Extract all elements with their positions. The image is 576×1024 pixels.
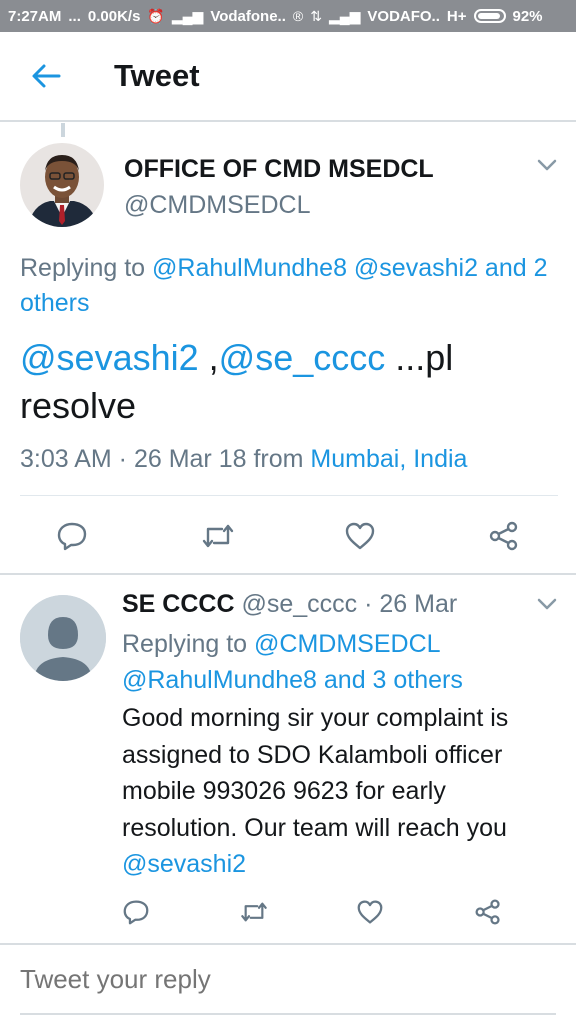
- reply-replying-link2[interactable]: @RahulMundhe8 and 3 others: [122, 666, 463, 694]
- divider: [20, 495, 558, 496]
- like-icon: [357, 900, 383, 924]
- status-dots: ...: [68, 7, 81, 25]
- tweet-timestamp: 3:03 AM · 26 Mar 18 from Mumbai, India: [20, 445, 467, 474]
- reply-text: Good morning sir your complaint is assig…: [122, 700, 562, 883]
- avatar-default[interactable]: [20, 595, 106, 681]
- replying-to: Replying to @RahulMundhe8 @sevashi2 and …: [20, 251, 560, 321]
- alarm-icon: ⏰: [147, 7, 165, 24]
- avatar-image: [20, 143, 104, 227]
- reply-author-name[interactable]: SE CCCC: [122, 590, 235, 618]
- tweet-text: @sevashi2 ,@se_cccc ...pl resolve: [20, 334, 560, 430]
- reply-input-underline: [20, 1013, 556, 1015]
- status-bar: 7:27AM ... 0.00K/s ⏰ ▂▄▆ Vodafone.. ® ⇅ …: [0, 0, 576, 32]
- status-carrier2: VODAFO..: [367, 7, 440, 25]
- replying-prefix: Replying to: [20, 254, 153, 282]
- share-button[interactable]: [482, 514, 526, 558]
- status-network: H+: [446, 7, 467, 25]
- share-icon: [489, 521, 518, 551]
- default-avatar-icon: [20, 595, 106, 681]
- like-icon: [345, 522, 375, 550]
- reply-icon: [57, 522, 87, 551]
- reply-replying-link1[interactable]: @CMDMSEDCL: [254, 630, 441, 658]
- retweet-button[interactable]: [236, 894, 272, 930]
- like-button[interactable]: [338, 514, 382, 558]
- reply-header: SE CCCC @se_cccc · 26 Mar: [122, 590, 457, 619]
- tweet-time: 3:03 AM · 26 Mar 18 from: [20, 445, 311, 473]
- battery-icon: [473, 9, 506, 23]
- reply-author-handle-time[interactable]: @se_cccc · 26 Mar: [235, 590, 457, 618]
- reply-mention-sevashi2[interactable]: @sevashi2: [122, 850, 246, 878]
- back-button[interactable]: [0, 31, 92, 121]
- reply-replying-to: Replying to @CMDMSEDCL @RahulMundhe8 and …: [122, 626, 562, 698]
- author-name[interactable]: OFFICE OF CMD MSEDCL: [124, 155, 434, 184]
- signal-icon: ▂▄▆: [171, 7, 204, 24]
- status-carrier1: Vodafone..: [210, 7, 286, 25]
- share-button[interactable]: [470, 894, 506, 930]
- retweet-icon: [241, 902, 267, 922]
- chevron-down-icon: [537, 598, 557, 610]
- roaming-icon: ®: [292, 8, 304, 24]
- reply-input[interactable]: [20, 964, 556, 995]
- thread-line: [61, 123, 65, 137]
- tweet-location[interactable]: Mumbai, India: [310, 445, 467, 473]
- back-arrow-icon: [32, 64, 61, 88]
- app-bar: Tweet: [0, 32, 576, 122]
- avatar[interactable]: [20, 143, 104, 227]
- reply-menu-button[interactable]: [537, 597, 557, 616]
- page-title: Tweet: [114, 58, 200, 93]
- tweet-text-sep: ,: [198, 337, 219, 378]
- status-battery: 92%: [512, 7, 543, 25]
- status-speed: 0.00K/s: [87, 7, 141, 25]
- retweet-button[interactable]: [196, 514, 240, 558]
- mention-sevashi2[interactable]: @sevashi2: [20, 337, 199, 378]
- signal2-icon: ▂▄▆: [328, 7, 361, 24]
- status-time: 7:27AM: [8, 7, 62, 25]
- like-button[interactable]: [352, 894, 388, 930]
- tweet-menu-button[interactable]: [537, 158, 557, 177]
- section-divider: [0, 573, 576, 575]
- reply-body: Good morning sir your complaint is assig…: [122, 704, 509, 842]
- retweet-icon: [202, 524, 234, 548]
- author-handle[interactable]: @CMDMSEDCL: [124, 191, 311, 220]
- chevron-down-icon: [537, 159, 557, 171]
- reply-replying-prefix: Replying to: [122, 630, 255, 658]
- reply-button[interactable]: [50, 514, 94, 558]
- reply-icon: [123, 900, 149, 925]
- data-arrows-icon: ⇅: [310, 7, 322, 24]
- mention-se-cccc[interactable]: @se_cccc: [219, 337, 386, 378]
- share-icon: [475, 899, 500, 925]
- reply-button[interactable]: [118, 894, 154, 930]
